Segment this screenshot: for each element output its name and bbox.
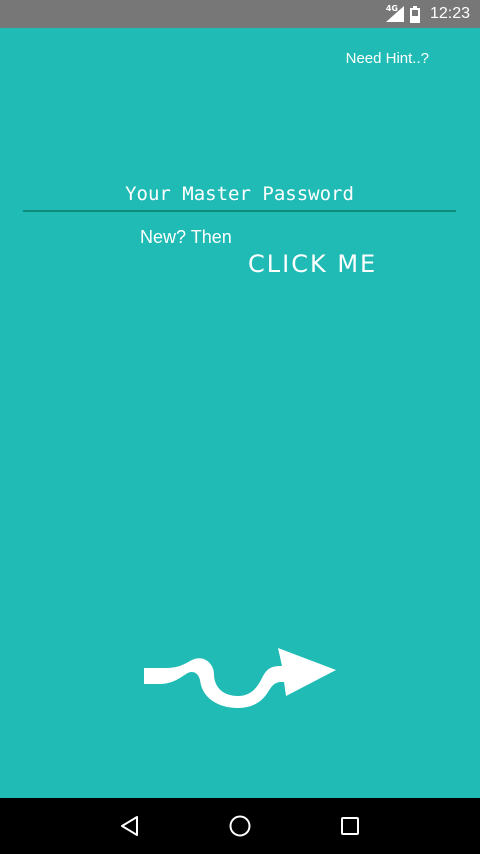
new-user-prompt: New? Then xyxy=(140,227,232,247)
password-field-container xyxy=(23,178,456,214)
network-type-label: 4G xyxy=(385,4,398,13)
home-circle-icon xyxy=(229,815,251,837)
master-password-input[interactable] xyxy=(23,178,456,212)
need-hint-link[interactable]: Need Hint..? xyxy=(346,50,429,67)
battery-icon xyxy=(409,5,420,23)
navigation-bar xyxy=(0,798,480,854)
recents-button[interactable] xyxy=(330,806,370,846)
recents-square-icon xyxy=(341,817,359,835)
home-button[interactable] xyxy=(220,806,260,846)
wavy-arrow-icon[interactable] xyxy=(140,640,340,710)
app-screen: Need Hint..? New? Then CLICK ME xyxy=(0,28,480,798)
clock: 12:23 xyxy=(429,5,470,22)
click-me-button[interactable]: CLICK ME xyxy=(248,250,377,278)
back-triangle-icon xyxy=(121,816,138,836)
back-button[interactable] xyxy=(110,806,150,846)
status-bar: 4G 12:23 xyxy=(0,0,480,28)
